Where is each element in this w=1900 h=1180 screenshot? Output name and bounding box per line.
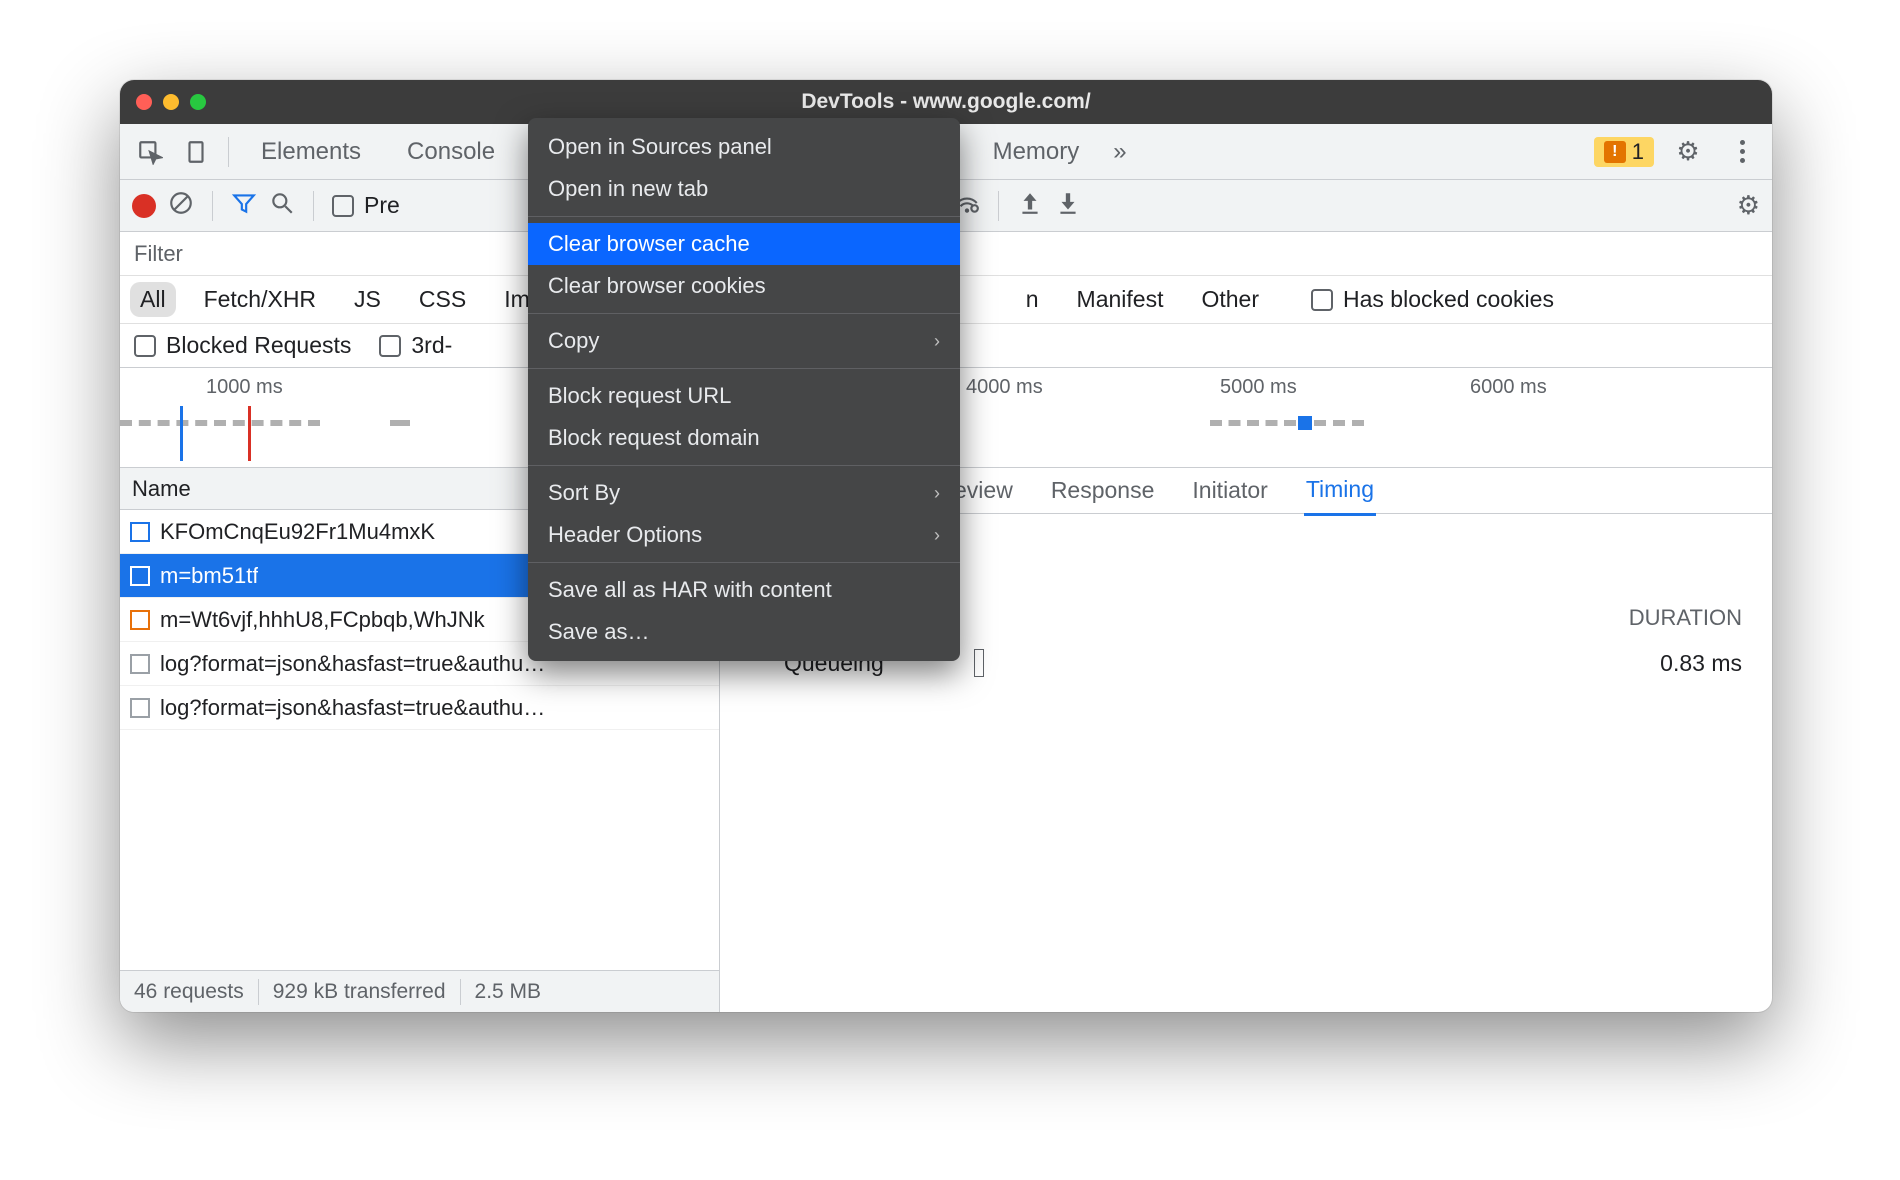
- more-menu-icon[interactable]: [1722, 132, 1762, 172]
- duration-label: DURATION: [1629, 605, 1742, 631]
- chip-fetch-xhr[interactable]: Fetch/XHR: [194, 282, 326, 317]
- file-icon: [130, 698, 150, 718]
- maximize-window-button[interactable]: [190, 94, 206, 110]
- has-blocked-cookies-checkbox[interactable]: Has blocked cookies: [1311, 286, 1554, 313]
- warning-icon: !: [1604, 141, 1626, 163]
- cm-save-har[interactable]: Save all as HAR with content: [528, 569, 960, 611]
- third-party-checkbox[interactable]: 3rd-: [379, 332, 452, 359]
- file-icon: [130, 654, 150, 674]
- status-requests: 46 requests: [134, 980, 244, 1004]
- window-title: DevTools - www.google.com/: [120, 90, 1772, 114]
- file-icon: [130, 610, 150, 630]
- chip-font-partial[interactable]: n: [1016, 282, 1049, 317]
- settings-icon[interactable]: [1668, 132, 1708, 172]
- preserve-log-label: Pre: [364, 192, 400, 219]
- search-icon[interactable]: [269, 190, 295, 221]
- tabs-right: ! 1: [1594, 132, 1762, 172]
- queueing-bar: [974, 649, 984, 677]
- device-toolbar-icon[interactable]: [176, 132, 216, 172]
- tab-response[interactable]: Response: [1049, 468, 1157, 514]
- cm-open-sources[interactable]: Open in Sources panel: [528, 126, 960, 168]
- chip-all[interactable]: All: [130, 282, 176, 317]
- tick-1000: 1000 ms: [206, 376, 283, 399]
- chevron-right-icon: ›: [934, 483, 940, 504]
- cm-header-options[interactable]: Header Options›: [528, 514, 960, 556]
- status-bar: 46 requests 929 kB transferred 2.5 MB: [120, 970, 719, 1012]
- tick-6000: 6000 ms: [1470, 376, 1547, 399]
- file-icon: [130, 522, 150, 542]
- filter-input[interactable]: Filter: [134, 241, 183, 267]
- cm-block-url[interactable]: Block request URL: [528, 375, 960, 417]
- cm-open-new-tab[interactable]: Open in new tab: [528, 168, 960, 210]
- separator: [228, 137, 229, 167]
- record-button[interactable]: [132, 194, 156, 218]
- network-settings-icon[interactable]: [1737, 190, 1760, 221]
- tab-timing[interactable]: Timing: [1304, 468, 1376, 516]
- preserve-log-checkbox[interactable]: Pre: [332, 192, 400, 219]
- cm-save-as[interactable]: Save as…: [528, 611, 960, 653]
- tab-console[interactable]: Console: [387, 124, 515, 180]
- chevron-right-icon: ›: [934, 525, 940, 546]
- download-har-icon[interactable]: [1055, 190, 1081, 221]
- request-row[interactable]: log?format=json&hasfast=true&authu…: [120, 686, 719, 730]
- file-icon: [130, 566, 150, 586]
- filter-icon[interactable]: [231, 190, 257, 221]
- issues-badge[interactable]: ! 1: [1594, 137, 1654, 167]
- tab-overflow-icon[interactable]: »: [1105, 124, 1134, 180]
- tab-preview[interactable]: eview: [952, 468, 1015, 514]
- tab-elements[interactable]: Elements: [241, 124, 381, 180]
- chip-manifest[interactable]: Manifest: [1067, 282, 1174, 317]
- chevron-right-icon: ›: [934, 331, 940, 352]
- cm-copy[interactable]: Copy›: [528, 320, 960, 362]
- status-resources: 2.5 MB: [475, 980, 542, 1004]
- devtools-window: DevTools - www.google.com/ Elements Cons…: [120, 80, 1772, 1012]
- chip-js[interactable]: JS: [344, 282, 391, 317]
- cm-block-domain[interactable]: Block request domain: [528, 417, 960, 459]
- tick-4000: 4000 ms: [966, 376, 1043, 399]
- minimize-window-button[interactable]: [163, 94, 179, 110]
- cm-clear-cache[interactable]: Clear browser cache: [528, 223, 960, 265]
- context-menu: Open in Sources panel Open in new tab Cl…: [528, 118, 960, 661]
- chip-css[interactable]: CSS: [409, 282, 476, 317]
- tick-5000: 5000 ms: [1220, 376, 1297, 399]
- close-window-button[interactable]: [136, 94, 152, 110]
- status-transferred: 929 kB transferred: [273, 980, 446, 1004]
- tab-initiator[interactable]: Initiator: [1190, 468, 1269, 514]
- chip-other[interactable]: Other: [1191, 282, 1269, 317]
- clear-button[interactable]: [168, 190, 194, 221]
- inspect-element-icon[interactable]: [130, 132, 170, 172]
- traffic-lights: [136, 94, 206, 110]
- tab-memory[interactable]: Memory: [973, 124, 1100, 180]
- issues-count: 1: [1632, 139, 1644, 165]
- upload-har-icon[interactable]: [1017, 190, 1043, 221]
- cm-clear-cookies[interactable]: Clear browser cookies: [528, 265, 960, 307]
- cm-sort-by[interactable]: Sort By›: [528, 472, 960, 514]
- queueing-value: 0.83 ms: [1660, 650, 1742, 677]
- blocked-requests-checkbox[interactable]: Blocked Requests: [134, 332, 351, 359]
